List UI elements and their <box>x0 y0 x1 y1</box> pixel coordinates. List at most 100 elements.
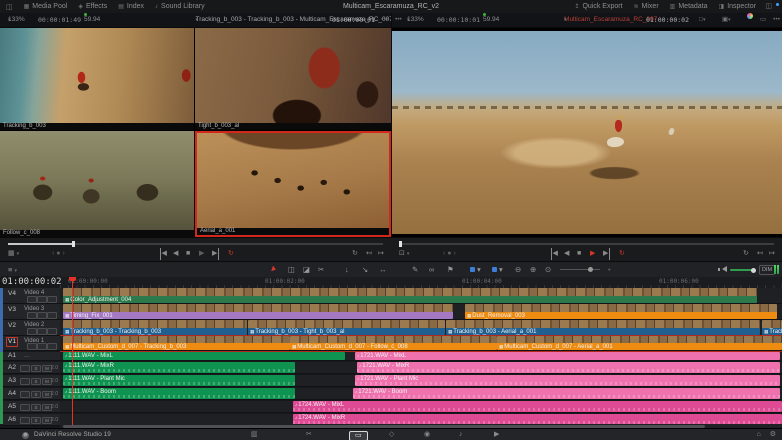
menu-button-inspector[interactable]: ◨Inspector <box>719 3 756 10</box>
link-clips-icon[interactable]: ∞ <box>429 262 434 277</box>
track-enable-icon[interactable] <box>47 343 57 350</box>
right-play-button[interactable]: ▶ <box>590 248 595 260</box>
menu-button-sound-library[interactable]: ♪Sound Library <box>155 3 205 10</box>
track-badge-A3[interactable]: A3 <box>6 376 18 386</box>
track-solo-button[interactable]: S <box>31 417 41 424</box>
settings-gear-icon[interactable]: ⚙ <box>770 429 776 440</box>
right-loop-range-icon[interactable]: ↻ <box>743 248 749 260</box>
left-viewer-options-icon[interactable]: ••• <box>381 13 388 27</box>
track-badge-A4[interactable]: A4 <box>6 389 18 399</box>
track-lane-A2[interactable]: ♪1111.WAV - MixR♪1721.WAV - MixR <box>60 362 782 374</box>
clip-color-caret[interactable]: ▾ <box>477 262 481 277</box>
track-lock-icon[interactable] <box>27 296 37 303</box>
track-badge-A2[interactable]: A2 <box>6 363 18 373</box>
track-badge-V2[interactable]: V2 <box>6 321 18 331</box>
left-jog-control[interactable]: ‹ ● › <box>52 248 65 260</box>
track-header-V4[interactable]: V4Video 4 <box>3 288 60 304</box>
track-lane-V4[interactable]: ▦Color_Adjustment_004 <box>60 288 782 304</box>
menu-button-media-pool[interactable]: ▦Media Pool <box>24 3 68 10</box>
timeline-clip[interactable]: ▦Tracking_b_003 - Aerial_a_001 <box>446 320 760 335</box>
track-solo-button[interactable]: S <box>31 365 41 372</box>
timeline-clip[interactable]: ♪1111.WAV - MixL <box>63 352 345 360</box>
track-lock-icon[interactable] <box>20 391 30 398</box>
custom-zoom-icon[interactable]: ⊙ <box>545 262 551 277</box>
insert-clip-icon[interactable]: ↓ <box>345 262 349 277</box>
track-lane-A4[interactable]: ♪1111.WAV - Boom ♪1721.WAV - Boom <box>60 388 782 400</box>
right-next-clip-button[interactable]: ▶ <box>603 248 610 260</box>
timeline-clip[interactable]: ▦Color_Adjustment_004 <box>63 288 757 303</box>
left-prev-clip-button[interactable]: ◀ <box>160 248 167 260</box>
track-header-A2[interactable]: A2SM2.0 <box>3 362 60 374</box>
timeline-clip[interactable]: ▦Dust_Removal_003 <box>465 304 777 319</box>
track-badge-V4[interactable]: V4 <box>6 289 18 299</box>
playhead-handle[interactable] <box>69 277 76 281</box>
track-solo-button[interactable]: S <box>31 378 41 385</box>
track-badge-A5[interactable]: A5 <box>6 402 18 412</box>
page-button-media[interactable]: ▥ <box>251 429 258 440</box>
zoom-out-icon[interactable]: ⊖ <box>515 262 521 277</box>
track-header-V2[interactable]: V2Video 2 <box>3 320 60 336</box>
track-header-A3[interactable]: A3SM2.0 <box>3 375 60 387</box>
timeline-clip[interactable]: ♪1111.WAV - MixR <box>63 362 295 373</box>
track-lane-V1[interactable]: ▦Multicam_Custom_d_007 - Tracking_b_003▦… <box>60 336 782 351</box>
marker-color-caret[interactable]: ▾ <box>499 262 503 277</box>
left-step-back-button[interactable]: ◀ <box>173 248 178 260</box>
multicam-display-mode-icon[interactable]: ▦ ▾ <box>8 248 19 260</box>
right-viewer-options-icon[interactable]: ••• <box>395 13 402 27</box>
timeline-clip[interactable]: ▦Tracking_b_003 - Tracking_b_003 <box>63 320 247 335</box>
track-enable-icon[interactable] <box>37 328 47 335</box>
left-stop-button[interactable]: ■ <box>186 248 190 260</box>
menu-button-quick-export[interactable]: ↥Quick Export <box>574 3 622 10</box>
menu-button-metadata[interactable]: ▥Metadata <box>670 3 708 10</box>
timeline-clip[interactable]: ♪1721.WAV - Boom <box>353 388 780 399</box>
left-loop-range-icon[interactable]: ↻ <box>352 248 358 260</box>
zoom-slider[interactable] <box>560 269 600 270</box>
timeline-clip[interactable]: ♪1111.WAV - Plant Mic <box>63 375 295 386</box>
timeline-clip[interactable]: ▦Multicam_Custom_d_007 - Aerial_a_001 <box>497 336 782 350</box>
page-button-cut[interactable]: ✂ <box>306 429 312 440</box>
track-solo-button[interactable]: S <box>31 404 41 411</box>
page-button-edit[interactable]: ▭ <box>349 431 368 440</box>
overwrite-clip-icon[interactable]: ↘ <box>362 262 368 277</box>
track-lock-icon[interactable] <box>20 365 30 372</box>
timeline-clip[interactable]: ▦Tracking <box>762 320 782 335</box>
right-prev-clip-button[interactable]: ◀ <box>551 248 558 260</box>
track-lane-A5[interactable]: ♪1724.WAV - MixL <box>60 401 782 413</box>
menu-button-mixer[interactable]: ≋Mixer <box>634 3 659 10</box>
multicam-angle-follow[interactable]: Follow_c_008 <box>0 131 194 237</box>
right-mark-out-icon[interactable]: ↦ <box>769 248 775 260</box>
timeline-clip[interactable]: ♪1721.WAV - MixL <box>355 352 780 360</box>
timeline-clip[interactable]: ▦Multicam_Custom_d_007 - Follow_c_008 <box>290 336 497 350</box>
timeline-clip[interactable]: ♪1111.WAV - Boom <box>63 388 295 399</box>
track-header-A1[interactable]: A1··· <box>3 352 60 361</box>
track-enable-icon[interactable] <box>37 312 47 319</box>
track-lock-icon[interactable] <box>27 312 37 319</box>
track-badge-V1[interactable]: V1 <box>6 337 18 347</box>
track-header-A5[interactable]: A5SM2.0 <box>3 401 60 413</box>
right-header-more-icon[interactable]: ••• <box>773 13 780 27</box>
marker-color-swatch[interactable] <box>492 267 497 272</box>
track-badge-V3[interactable]: V3 <box>6 305 18 315</box>
right-loop-button[interactable]: ↻ <box>619 248 625 260</box>
multicam-angle-aerial-selected[interactable]: Aerial_a_001 <box>195 131 391 237</box>
page-button-color[interactable]: ◉ <box>424 429 430 440</box>
razor-tool-icon[interactable]: ✂ <box>318 262 324 277</box>
volume-slider[interactable] <box>730 269 754 271</box>
right-scrubber[interactable] <box>399 243 774 245</box>
grab-still-icon[interactable]: ▣▾ <box>722 13 728 27</box>
dynamic-trim-icon[interactable]: ◪ <box>303 262 310 277</box>
track-enable-icon[interactable] <box>37 296 47 303</box>
project-home-icon[interactable]: ⌂ <box>756 429 760 440</box>
track-enable-icon[interactable] <box>47 328 57 335</box>
pencil-tool-icon[interactable]: ✎ <box>412 262 418 277</box>
trim-mode-icon[interactable]: ◫ <box>288 262 295 277</box>
page-button-fusion[interactable]: ◇ <box>389 429 394 440</box>
gang-mode-icon[interactable]: □▾ <box>699 13 703 27</box>
clip-color-swatch[interactable] <box>470 267 475 272</box>
replace-clip-icon[interactable]: ↔ <box>379 262 387 277</box>
track-badge-A6[interactable]: A6 <box>6 415 18 425</box>
playhead-line[interactable] <box>72 277 73 425</box>
right-mark-in-icon[interactable]: ↤ <box>757 248 763 260</box>
multicam-angle-tight[interactable]: Tight_b_003_al <box>195 28 391 130</box>
track-header-V1[interactable]: V1Video 1 <box>3 336 60 351</box>
